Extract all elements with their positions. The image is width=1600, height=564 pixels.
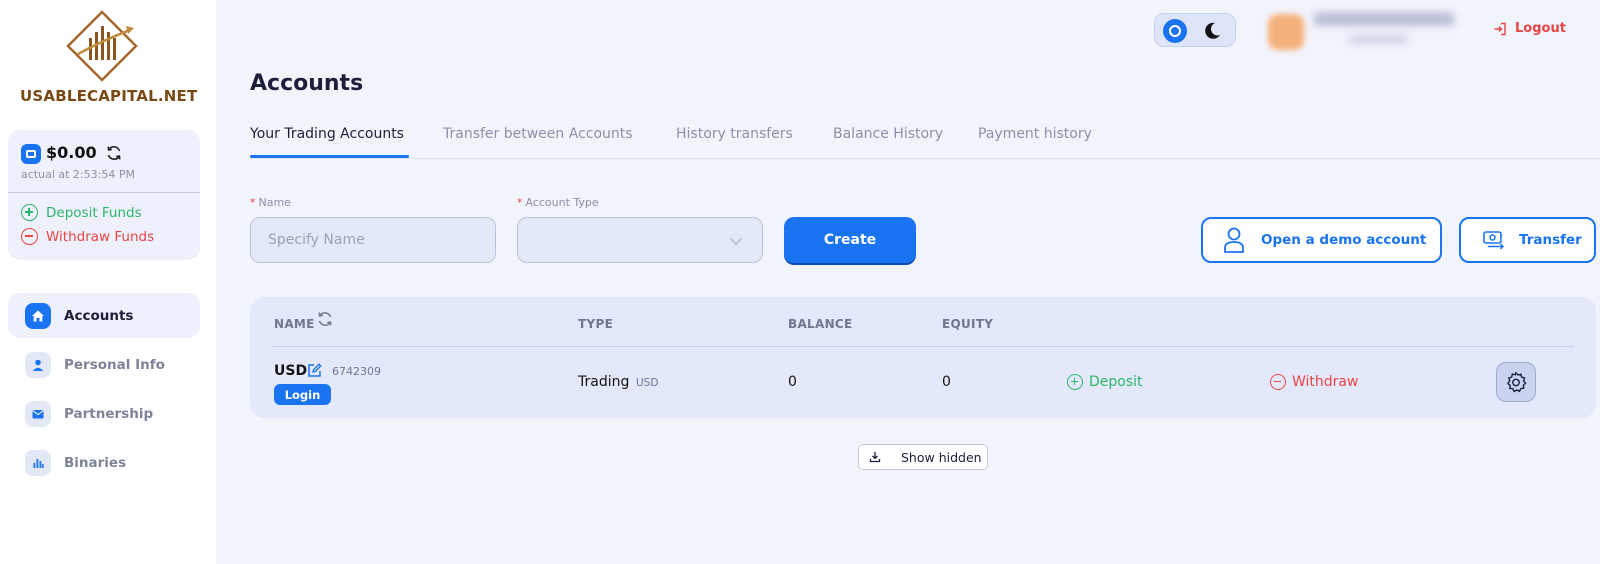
account-settings-button[interactable]	[1496, 362, 1536, 402]
chevron-down-icon	[730, 233, 742, 245]
withdraw-label: Withdraw	[1292, 374, 1359, 390]
user-icon	[25, 351, 51, 378]
wallet-icon	[21, 144, 41, 164]
user-name-blurred	[1314, 12, 1454, 26]
login-button[interactable]: Login	[274, 384, 331, 405]
account-currency: USD	[274, 363, 308, 379]
withdraw-funds-link[interactable]: Withdraw Funds	[21, 228, 154, 245]
logout-icon	[1494, 22, 1506, 35]
account-type: Trading	[578, 374, 630, 390]
tab-transfer-between-accounts[interactable]: Transfer between Accounts	[443, 126, 633, 142]
account-type-label: * Account Type	[517, 196, 599, 209]
brand-name: USABLECAPITAL.NET	[20, 87, 198, 105]
open-demo-account-label: Open a demo account	[1261, 232, 1427, 248]
logo-icon	[66, 10, 138, 82]
deposit-funds-label: Deposit Funds	[46, 204, 142, 221]
column-header-balance: BALANCE	[788, 317, 853, 331]
edit-icon[interactable]	[307, 363, 322, 378]
money-transfer-icon	[1483, 231, 1505, 249]
required-mark: *	[250, 196, 256, 209]
deposit-funds-link[interactable]: Deposit Funds	[21, 204, 142, 221]
sidebar-nav: Accounts Personal Info Partnership Binar…	[8, 293, 200, 489]
account-number: 6742309	[332, 365, 381, 378]
show-hidden-button[interactable]: Show hidden	[858, 444, 988, 470]
tab-payment-history[interactable]: Payment history	[978, 126, 1092, 142]
transfer-label: Transfer	[1519, 232, 1582, 248]
sidebar-item-label: Partnership	[64, 405, 154, 422]
withdraw-funds-label: Withdraw Funds	[46, 228, 155, 245]
column-header-type: TYPE	[578, 317, 614, 331]
moon-icon[interactable]	[1201, 20, 1223, 42]
gear-icon	[1506, 371, 1527, 393]
transfer-button[interactable]: Transfer	[1459, 217, 1596, 263]
tab-your-trading-accounts[interactable]: Your Trading Accounts	[250, 126, 404, 142]
account-type-currency: USD	[636, 377, 659, 389]
sidebar-item-accounts[interactable]: Accounts	[8, 293, 200, 338]
sun-icon[interactable]	[1163, 19, 1187, 43]
open-demo-account-button[interactable]: Open a demo account	[1201, 217, 1442, 263]
sidebar-item-label: Personal Info	[64, 356, 165, 373]
bar-chart-icon	[25, 449, 51, 476]
avatar[interactable]	[1268, 14, 1304, 50]
page-title: Accounts	[250, 71, 364, 96]
logout-label: Logout	[1515, 21, 1566, 36]
accounts-table: NAME TYPE BALANCE EQUITY USD 6742309 Log…	[250, 297, 1596, 418]
active-tab-indicator	[250, 155, 409, 158]
balance-card: $0.00 actual at 2:53:54 PM Deposit Funds…	[8, 130, 200, 260]
tab-bar: Your Trading Accounts Transfer between A…	[250, 124, 1600, 159]
logout-button[interactable]: Logout	[1493, 21, 1566, 36]
account-balance: 0	[788, 374, 797, 390]
column-header-name: NAME	[274, 317, 315, 331]
divider	[8, 192, 200, 193]
deposit-button[interactable]: Deposit	[1067, 374, 1143, 390]
tab-history-transfers[interactable]: History transfers	[676, 126, 793, 142]
download-icon	[869, 452, 881, 463]
sidebar-item-binaries[interactable]: Binaries	[8, 440, 200, 485]
plus-circle-icon	[21, 204, 38, 221]
name-input[interactable]	[250, 217, 496, 263]
column-header-equity: EQUITY	[942, 317, 994, 331]
account-type-select[interactable]	[517, 217, 763, 263]
refresh-icon[interactable]	[316, 310, 334, 328]
user-subtitle-blurred	[1348, 35, 1408, 44]
deposit-label: Deposit	[1089, 374, 1143, 390]
create-button[interactable]: Create	[784, 217, 916, 263]
theme-toggle[interactable]	[1154, 13, 1236, 47]
refresh-icon[interactable]	[105, 144, 123, 162]
withdraw-button[interactable]: Withdraw	[1270, 374, 1358, 390]
balance-timestamp: actual at 2:53:54 PM	[21, 168, 135, 181]
sidebar-item-partnership[interactable]: Partnership	[8, 391, 200, 436]
balance-amount: $0.00	[46, 143, 97, 162]
account-equity: 0	[942, 374, 951, 390]
sidebar-item-personal-info[interactable]: Personal Info	[8, 342, 200, 387]
mail-icon	[25, 400, 51, 427]
required-mark: *	[517, 196, 523, 209]
home-icon	[25, 302, 51, 329]
minus-circle-icon	[21, 228, 38, 245]
tab-balance-history[interactable]: Balance History	[833, 126, 943, 142]
name-field-label: * Name	[250, 196, 291, 209]
divider	[272, 346, 1574, 347]
plus-circle-icon	[1067, 374, 1083, 390]
sidebar-item-label: Binaries	[64, 454, 127, 471]
sidebar: USABLECAPITAL.NET $0.00 actual at 2:53:5…	[0, 0, 216, 564]
sidebar-item-label: Accounts	[64, 307, 134, 324]
show-hidden-label: Show hidden	[901, 449, 982, 465]
user-outline-icon	[1224, 227, 1244, 253]
minus-circle-icon	[1270, 374, 1286, 390]
brand-logo[interactable]: USABLECAPITAL.NET	[20, 10, 198, 110]
